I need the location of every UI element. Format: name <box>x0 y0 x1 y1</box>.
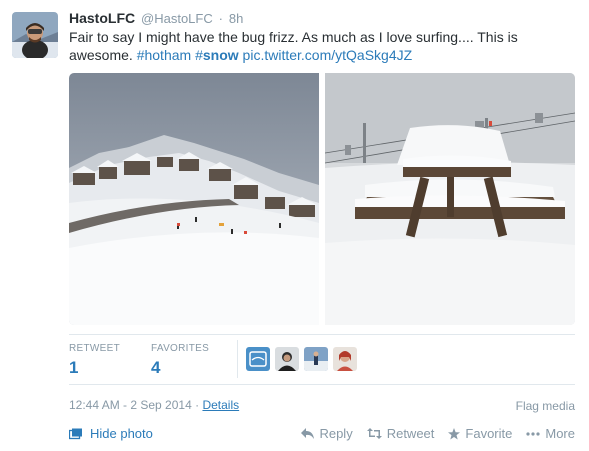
user-avatar[interactable] <box>12 12 58 58</box>
stats-divider-bottom <box>69 384 575 385</box>
timestamp-separator: · <box>195 398 200 412</box>
photo-icon <box>69 428 82 439</box>
reply-icon <box>301 428 315 439</box>
flag-media-link[interactable]: Flag media <box>516 399 575 413</box>
tweet-time[interactable]: 8h <box>229 11 243 26</box>
retweet-stat-label: RETWEET <box>69 343 120 354</box>
tweet-timestamp: 12:44 AM - 2 Sep 2014 · Details <box>69 398 239 412</box>
tweet-header: HastoLFC @HastoLFC · 8h <box>69 10 243 27</box>
user-fullname[interactable]: HastoLFC <box>69 10 135 26</box>
retweet-label: Retweet <box>386 426 435 441</box>
photo-ski-village[interactable] <box>69 73 319 325</box>
faver-avatar-1[interactable] <box>246 347 270 371</box>
photo-snowy-bench[interactable] <box>325 73 575 325</box>
details-link[interactable]: Details <box>202 398 239 412</box>
retweet-stat[interactable]: RETWEET 1 <box>69 343 120 378</box>
faver-avatar-2[interactable] <box>275 347 299 371</box>
favorite-label: Favorite <box>465 426 513 441</box>
favorites-stat-label: FAVORITES <box>151 343 210 354</box>
favorite-button[interactable]: Favorite <box>448 426 512 441</box>
retweet-icon <box>366 428 382 439</box>
retweet-button[interactable]: Retweet <box>366 426 435 441</box>
tweet-card: HastoLFC @HastoLFC · 8h Fair to say I mi… <box>0 0 589 451</box>
more-label: More <box>545 426 575 441</box>
more-dots-icon <box>526 431 540 436</box>
hide-photo-button[interactable]: Hide photo <box>69 426 153 441</box>
hide-photo-label: Hide photo <box>90 426 153 441</box>
stats-divider-top <box>69 334 575 335</box>
favorites-stat[interactable]: FAVORITES 4 <box>151 343 209 378</box>
faver-avatar-3[interactable] <box>304 347 328 371</box>
reply-button[interactable]: Reply <box>301 426 353 441</box>
header-separator: · <box>218 11 223 26</box>
favorite-star-icon <box>448 427 461 439</box>
more-button[interactable]: More <box>526 426 575 441</box>
tweet-actions: Reply Retweet Favorite More <box>287 426 575 441</box>
hashtag-hotham[interactable]: #hotham <box>137 47 191 63</box>
stats-separator <box>237 340 238 378</box>
retweet-count[interactable]: 1 <box>69 358 120 378</box>
favorites-count[interactable]: 4 <box>151 358 209 378</box>
timestamp-text: 12:44 AM - 2 Sep 2014 <box>69 398 192 412</box>
faver-avatar-4[interactable] <box>333 347 357 371</box>
media-link[interactable]: pic.twitter.com/ytQaSkg4JZ <box>243 47 413 63</box>
user-handle[interactable]: @HastoLFC <box>141 11 213 26</box>
hashtag-snow[interactable]: #snow <box>195 47 239 63</box>
reply-label: Reply <box>319 426 353 441</box>
media-grid <box>69 73 575 325</box>
tweet-text: Fair to say I might have the bug frizz. … <box>69 28 569 64</box>
